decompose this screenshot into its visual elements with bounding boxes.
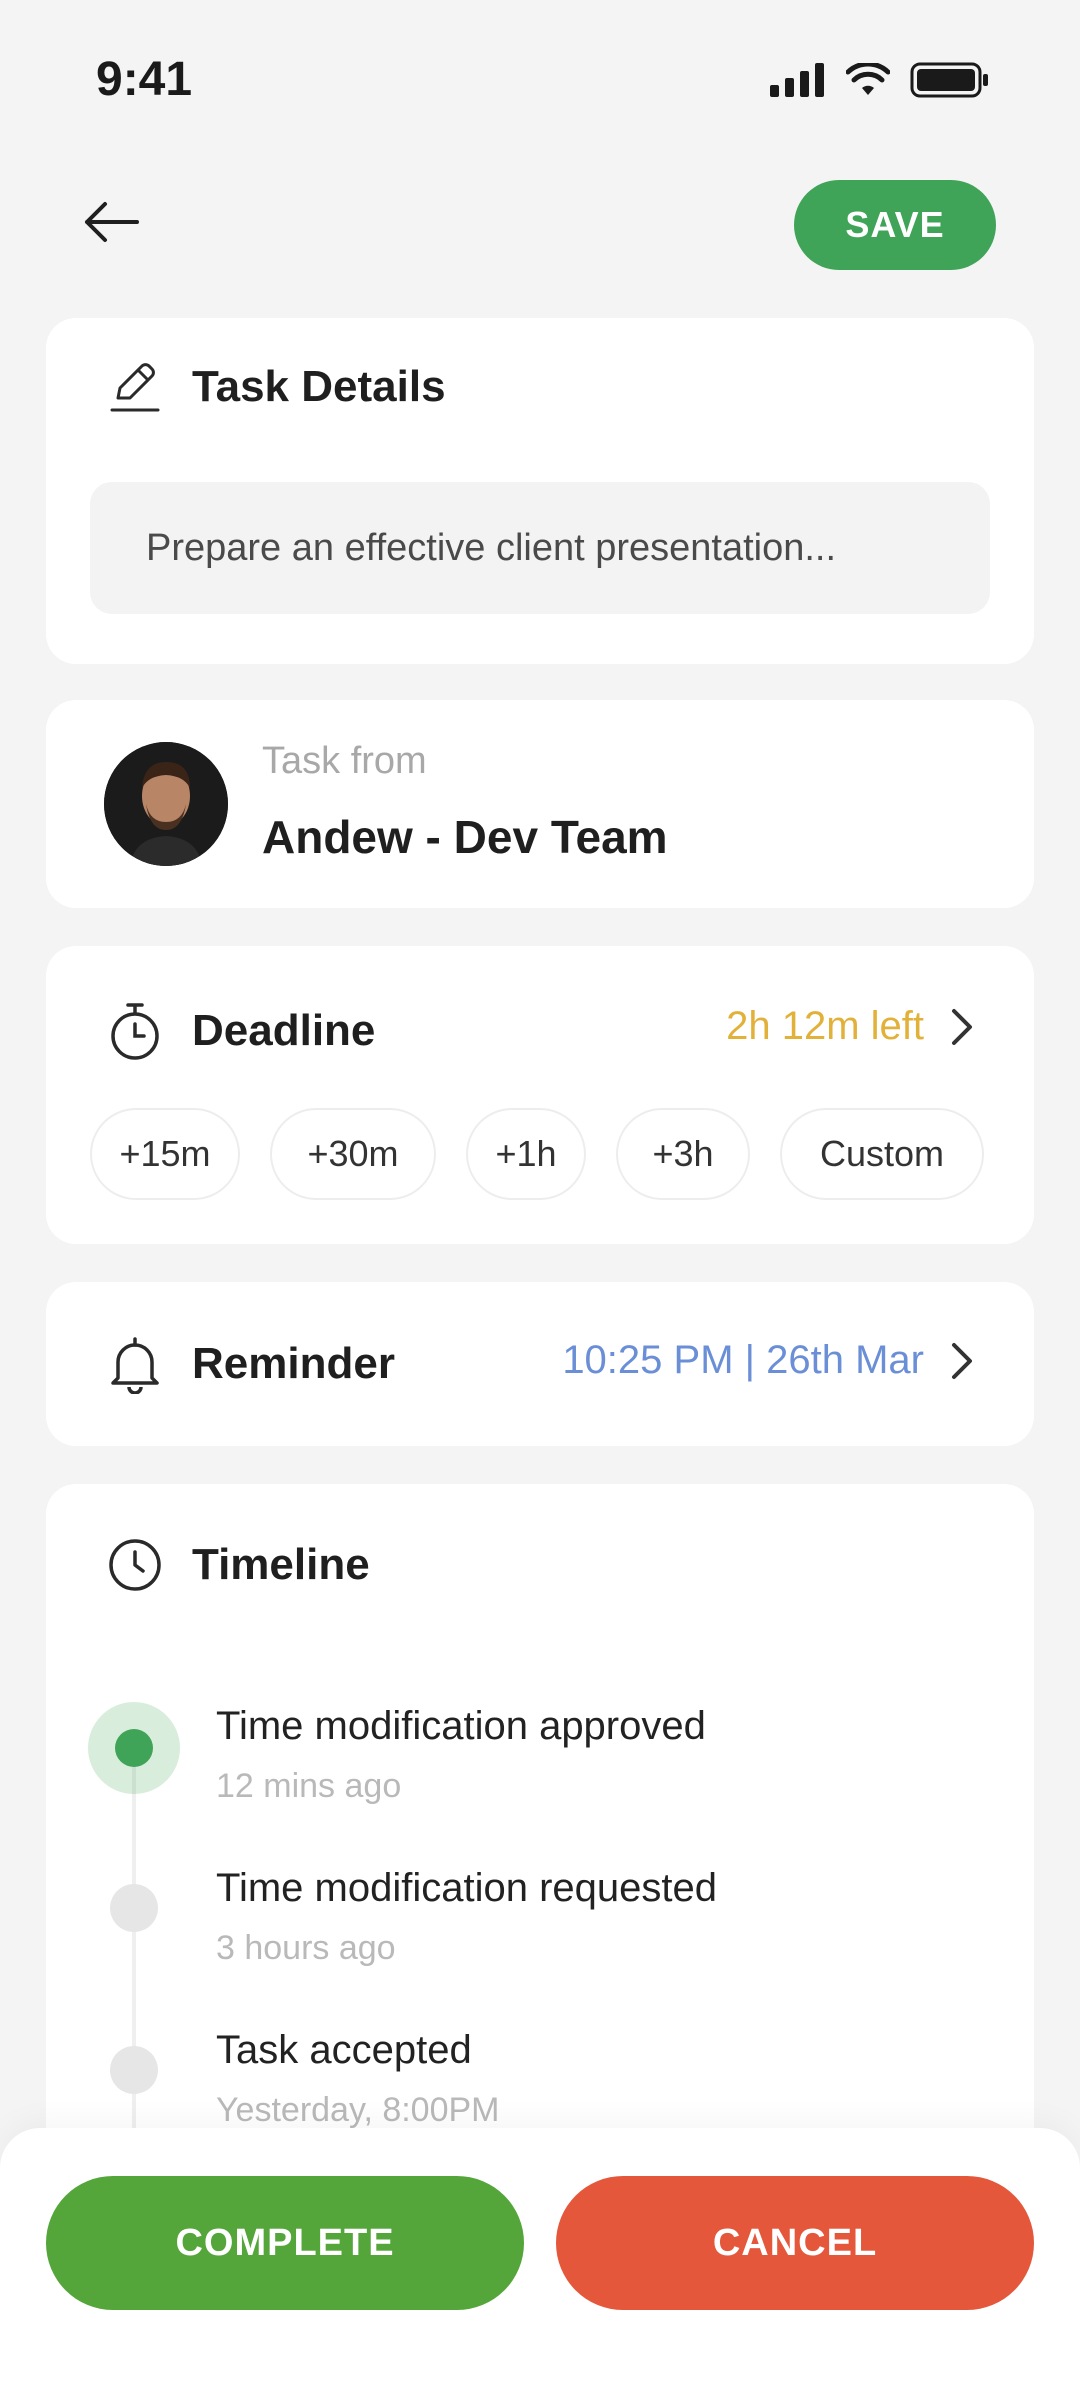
- timeline-item: Time modification requested 3 hours ago: [216, 1866, 717, 1968]
- arrow-left-icon: [81, 200, 141, 244]
- chevron-right-icon: [950, 1007, 974, 1047]
- chip-plus-30m[interactable]: +30m: [270, 1108, 436, 1200]
- avatar: [104, 742, 228, 866]
- deadline-title: Deadline: [192, 1006, 376, 1055]
- reminder-value-link[interactable]: 10:25 PM | 26th Mar: [562, 1338, 974, 1383]
- task-details-title: Task Details: [192, 362, 446, 411]
- chevron-right-icon: [950, 1341, 974, 1381]
- stopwatch-icon: [106, 1000, 164, 1062]
- task-description-field[interactable]: Prepare an effective client presentation…: [90, 482, 990, 614]
- clock-icon: [106, 1536, 164, 1594]
- task-details-card: Task Details Prepare an effective client…: [46, 318, 1034, 664]
- chip-plus-3h[interactable]: +3h: [616, 1108, 750, 1200]
- bell-icon: [106, 1334, 164, 1394]
- deadline-remaining-link[interactable]: 2h 12m left: [726, 1004, 974, 1049]
- chip-custom[interactable]: Custom: [780, 1108, 984, 1200]
- reminder-card: Reminder 10:25 PM | 26th Mar: [46, 1282, 1034, 1446]
- timeline-header: Timeline: [106, 1536, 370, 1594]
- timeline-title: Timeline: [192, 1540, 370, 1589]
- task-from-name: Andew - Dev Team: [262, 811, 668, 863]
- timeline-item-time: Yesterday, 8:00PM: [216, 2091, 500, 2129]
- timeline-item-title: Time modification requested: [216, 1866, 717, 1910]
- timeline-item: Time modification approved 12 mins ago: [216, 1704, 706, 1806]
- timeline-dot: [110, 1884, 158, 1932]
- timeline-item-time: 12 mins ago: [216, 1767, 402, 1805]
- cancel-button[interactable]: CANCEL: [556, 2176, 1034, 2310]
- timeline-dot-active: [88, 1702, 180, 1794]
- bottom-action-bar: COMPLETE CANCEL: [0, 2128, 1080, 2400]
- chip-plus-15m[interactable]: +15m: [90, 1108, 240, 1200]
- timeline-connector: [132, 1748, 136, 2168]
- chip-plus-1h[interactable]: +1h: [466, 1108, 586, 1200]
- reminder-header: Reminder: [106, 1334, 395, 1394]
- complete-button[interactable]: COMPLETE: [46, 2176, 524, 2310]
- timeline-item-time: 3 hours ago: [216, 1929, 396, 1967]
- status-bar: 9:41: [0, 0, 1080, 160]
- status-time: 9:41: [96, 53, 193, 106]
- task-details-header: Task Details: [106, 358, 446, 416]
- deadline-header: Deadline: [106, 1000, 375, 1062]
- deadline-card: Deadline 2h 12m left +15m +30m +1h +3h C…: [46, 946, 1034, 1244]
- timeline-dot: [110, 2046, 158, 2094]
- pencil-icon: [106, 358, 164, 416]
- timeline-item-title: Time modification approved: [216, 1704, 706, 1748]
- battery-icon: [910, 62, 990, 98]
- reminder-title: Reminder: [192, 1339, 395, 1388]
- timeline-item-title: Task accepted: [216, 2028, 472, 2072]
- reminder-value: 10:25 PM | 26th Mar: [562, 1338, 924, 1382]
- signal-icon: [770, 63, 826, 97]
- deadline-chips: +15m +30m +1h +3h Custom: [90, 1108, 984, 1200]
- save-button[interactable]: SAVE: [794, 180, 996, 270]
- status-icons: [770, 62, 990, 98]
- task-from-card: Task from Andew - Dev Team: [46, 700, 1034, 908]
- back-button[interactable]: [76, 190, 146, 254]
- wifi-icon: [846, 63, 890, 97]
- timeline-item: Task accepted Yesterday, 8:00PM: [216, 2028, 500, 2130]
- task-from-label: Task from: [262, 740, 427, 782]
- deadline-remaining: 2h 12m left: [726, 1004, 924, 1048]
